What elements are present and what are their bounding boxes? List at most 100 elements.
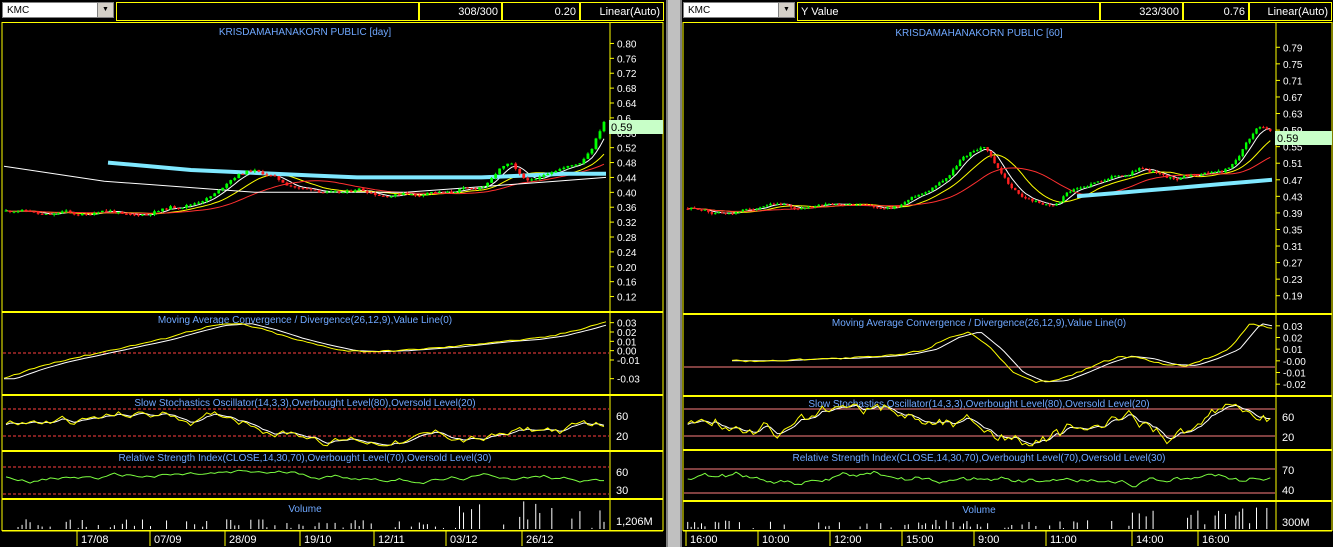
candle-body [1172,177,1175,179]
symbol-value: KMC [7,5,30,16]
candle-body [938,182,941,186]
candle-body [193,203,197,205]
price-tick-label: 0.31 [1283,242,1303,253]
candle-body [1034,200,1038,202]
candle-body [349,190,353,192]
candle-body [1107,178,1110,181]
candle-body [910,196,913,200]
candle-body [1055,203,1058,206]
candle-body [714,213,717,215]
candle-body [494,174,498,179]
candle-body [454,191,457,193]
candle-body [321,192,325,194]
candle-body [996,163,1000,168]
candle-body [1213,171,1217,173]
candle-body [1196,175,1200,177]
moving-average-lines [3,138,607,216]
candle-body [32,211,36,213]
candle-body [1065,192,1069,197]
macd-tick-label: 0.01 [1283,345,1303,356]
volume-tick: 300M [1282,517,1310,529]
macd-lines [731,323,1273,384]
step-value-text: 0.76 [1223,6,1245,18]
rsi-line [5,469,604,485]
candle-body [116,212,120,214]
candle-body [1169,177,1172,179]
candle-body [1141,168,1144,170]
macd-tick-label: 0.03 [1283,322,1303,333]
time-axis: 16:00 10:00 12:00 15:00 9:00 11:00 14:00 16:00 [683,530,1332,546]
candle-body [88,214,92,216]
candle-body [217,190,221,194]
symbol-select[interactable]: KMC ▼ [2,2,114,18]
candle-body [1203,172,1206,175]
scale-mode-button[interactable]: Linear(Auto) [580,2,664,21]
candle-body [125,213,128,215]
candle-body [229,180,233,184]
candlesticks [4,120,606,217]
last-price-label: 0.59 [1277,133,1298,145]
candle-body [1262,127,1265,129]
candle-body [903,202,907,205]
candle-body [755,208,758,210]
candle-body [872,206,876,208]
candle-body [28,211,32,213]
candle-body [8,210,12,212]
candle-body [783,204,786,206]
candle-body [574,164,578,166]
step-value-text: 0.20 [554,6,576,18]
candle-body [72,212,76,215]
candle-body [1000,167,1003,174]
candle-body [197,202,201,204]
candle-body [707,209,710,213]
candle-body [745,208,748,210]
candle-body [341,192,345,194]
candle-body [779,203,783,205]
candle-body [20,209,24,212]
candle-body [896,206,900,208]
candle-body [482,186,485,188]
candle-body [931,187,934,191]
time-tick-label: 03/12 [450,534,478,546]
macd-tick-labels: 0.030.020.01-0.00-0.01-0.02 [1276,322,1306,391]
stochastic-tick-60: 60 [616,411,628,423]
time-axis: 17/08 07/09 28/09 19/10 12/11 03/12 26/12 [2,530,663,546]
candle-body [301,188,305,190]
candle-body [807,207,810,209]
candle-body [522,173,526,179]
chevron-down-icon[interactable]: ▼ [778,3,794,17]
candle-body [1045,204,1048,206]
time-tick-label: 16:00 [690,534,718,546]
candle-body [546,174,550,176]
window-splitter[interactable] [666,0,682,547]
left-chart-canvas[interactable]: KRISDAMAHANAKORN PUBLIC [day] 0.80 0.76 0.… [0,22,666,547]
price-tick-label: 0.67 [1283,93,1303,104]
candle-body [693,207,696,209]
candle-body [851,204,855,206]
macd-tick-labels: 0.030.020.010.00-0.01-0.03 [610,319,640,386]
symbol-select[interactable]: KMC ▼ [683,2,795,18]
candle-body [1020,193,1024,197]
chevron-down-icon[interactable]: ▼ [97,3,113,17]
moving-average-line [5,163,605,214]
candle-body [550,172,554,175]
candle-body [700,209,703,211]
candle-body [337,191,341,193]
candle-body [1165,175,1169,178]
rsi-title: Relative Strength Index(CLOSE,14,30,70),… [119,453,492,464]
price-tick-label: 0.24 [617,248,637,259]
candle-body [470,188,473,190]
right-chart-header: KMC ▼ Y Value 323/300 0.76 Linear(Auto) [682,0,1333,22]
scale-mode-text: Linear(Auto) [1267,6,1328,18]
candle-body [703,209,707,211]
scale-mode-button[interactable]: Linear(Auto) [1249,2,1332,21]
right-chart-canvas[interactable]: KRISDAMAHANAKORN PUBLIC [60] 0.79 0.75 0.7… [682,22,1333,547]
candle-body [979,147,982,151]
candle-body [578,163,582,165]
price-tick-label: 0.80 [617,39,637,50]
macd-lines [3,321,607,380]
rsi-title: Relative Strength Index(CLOSE,14,30,70),… [793,453,1166,464]
candle-body [796,208,800,210]
candle-body [824,203,827,206]
candle-body [1127,175,1131,177]
